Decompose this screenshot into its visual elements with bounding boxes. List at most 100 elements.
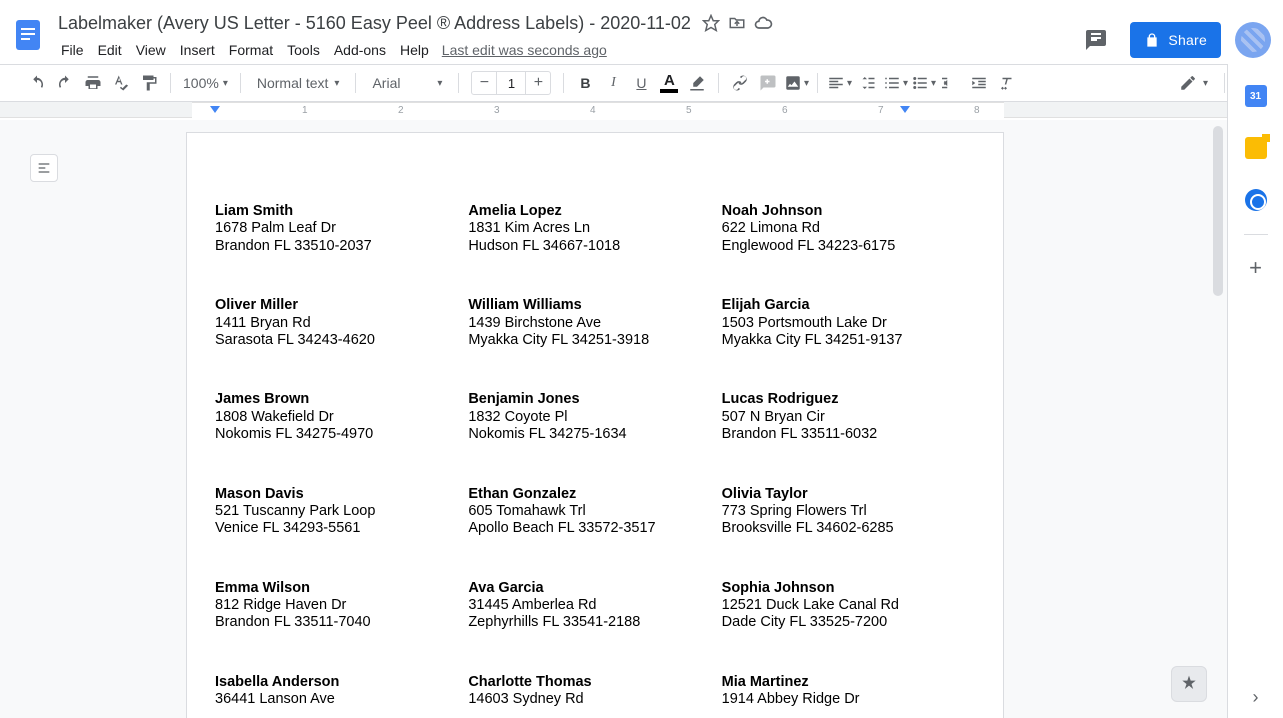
label-line2: Myakka City FL 34251-3918 (468, 332, 721, 349)
address-label[interactable]: Amelia Lopez1831 Kim Acres LnHudson FL 3… (468, 203, 721, 297)
indent-button[interactable] (966, 70, 992, 96)
underline-button[interactable]: U (628, 70, 654, 96)
address-label[interactable]: Noah Johnson622 Limona RdEnglewood FL 34… (722, 203, 975, 297)
calendar-addon-icon[interactable] (1236, 76, 1276, 116)
bulleted-list-button[interactable]: ▾ (910, 70, 936, 96)
page[interactable]: Liam Smith1678 Palm Leaf DrBrandon FL 33… (186, 132, 1004, 718)
vertical-scrollbar[interactable] (1213, 126, 1223, 296)
explore-button[interactable] (1171, 666, 1207, 702)
menu-file[interactable]: File (54, 38, 91, 62)
highlight-color-button[interactable] (684, 70, 710, 96)
address-label[interactable]: Liam Smith1678 Palm Leaf DrBrandon FL 33… (215, 203, 468, 297)
address-label[interactable]: Sophia Johnson12521 Duck Lake Canal RdDa… (722, 580, 975, 674)
insert-comment-button[interactable] (755, 70, 781, 96)
text-color-button[interactable]: A (656, 70, 682, 96)
menu-edit[interactable]: Edit (91, 38, 129, 62)
menu-help[interactable]: Help (393, 38, 436, 62)
font-size-control: − + (471, 71, 551, 95)
address-label[interactable]: Oliver Miller1411 Bryan RdSarasota FL 34… (215, 297, 468, 391)
address-label[interactable]: Mia Martinez1914 Abbey Ridge Dr (722, 674, 975, 718)
paragraph-style-dropdown[interactable]: Normal text ▾ (249, 75, 348, 91)
outdent-button[interactable] (938, 70, 964, 96)
font-family-dropdown[interactable]: Arial ▾ (364, 75, 450, 91)
spellcheck-button[interactable] (108, 70, 134, 96)
menubar: File Edit View Insert Format Tools Add-o… (54, 36, 1076, 64)
clear-formatting-button[interactable] (994, 70, 1020, 96)
menu-tools[interactable]: Tools (280, 38, 327, 62)
left-indent-marker[interactable] (210, 106, 220, 113)
address-label[interactable]: Isabella Anderson36441 Lanson Ave (215, 674, 468, 718)
label-line2: Apollo Beach FL 33572-3517 (468, 520, 721, 537)
label-name: Emma Wilson (215, 580, 468, 597)
label-name: Ava Garcia (468, 580, 721, 597)
align-button[interactable]: ▾ (826, 70, 852, 96)
right-indent-marker[interactable] (900, 106, 910, 113)
account-avatar[interactable] (1235, 22, 1271, 58)
star-icon[interactable] (701, 13, 721, 33)
italic-button[interactable]: I (600, 70, 626, 96)
menu-view[interactable]: View (129, 38, 173, 62)
side-panel-collapse[interactable]: › (1228, 687, 1283, 708)
tasks-addon-icon[interactable] (1236, 180, 1276, 220)
caret-icon: ▾ (437, 78, 442, 89)
address-label[interactable]: William Williams1439 Birchstone AveMyakk… (468, 297, 721, 391)
address-label[interactable]: Lucas Rodriguez507 N Bryan CirBrandon FL… (722, 391, 975, 485)
cloud-status-icon[interactable] (753, 13, 773, 33)
label-name: Olivia Taylor (722, 486, 975, 503)
paint-format-button[interactable] (136, 70, 162, 96)
label-line2: Nokomis FL 34275-4970 (215, 426, 468, 443)
font-size-input[interactable] (496, 72, 526, 94)
address-label[interactable]: Elijah Garcia1503 Portsmouth Lake DrMyak… (722, 297, 975, 391)
editing-mode-dropdown[interactable]: ▾ (1171, 74, 1216, 92)
get-addons-button[interactable]: + (1228, 249, 1283, 281)
keep-addon-icon[interactable] (1236, 128, 1276, 168)
label-name: William Williams (468, 297, 721, 314)
label-name: Mason Davis (215, 486, 468, 503)
label-line2: Myakka City FL 34251-9137 (722, 332, 975, 349)
numbered-list-button[interactable]: ▾ (882, 70, 908, 96)
redo-button[interactable] (52, 70, 78, 96)
ruler-tick: 2 (398, 105, 404, 116)
label-row: Emma Wilson812 Ridge Haven DrBrandon FL … (215, 580, 975, 674)
address-label[interactable]: Benjamin Jones1832 Coyote PlNokomis FL 3… (468, 391, 721, 485)
label-row: James Brown1808 Wakefield DrNokomis FL 3… (215, 391, 975, 485)
font-size-decrease[interactable]: − (472, 74, 496, 92)
horizontal-ruler[interactable]: 12345678 (0, 102, 1283, 118)
open-comments-button[interactable] (1076, 20, 1116, 60)
menu-format[interactable]: Format (222, 38, 280, 62)
menu-addons[interactable]: Add-ons (327, 38, 393, 62)
address-label[interactable]: Emma Wilson812 Ridge Haven DrBrandon FL … (215, 580, 468, 674)
zoom-dropdown[interactable]: 100% ▾ (179, 75, 232, 91)
bold-button[interactable]: B (572, 70, 598, 96)
label-line2: Brandon FL 33511-7040 (215, 614, 468, 631)
label-line1: 605 Tomahawk Trl (468, 503, 721, 520)
undo-button[interactable] (24, 70, 50, 96)
share-label: Share (1168, 32, 1207, 48)
document-outline-toggle[interactable] (30, 154, 58, 182)
label-line2: Dade City FL 33525-7200 (722, 614, 975, 631)
docs-home-icon[interactable] (8, 8, 48, 62)
last-edit-link[interactable]: Last edit was seconds ago (442, 42, 607, 58)
label-line1: 1808 Wakefield Dr (215, 409, 468, 426)
line-spacing-button[interactable] (854, 70, 880, 96)
address-label[interactable]: Ethan Gonzalez605 Tomahawk TrlApollo Bea… (468, 486, 721, 580)
address-label[interactable]: Mason Davis521 Tuscanny Park LoopVenice … (215, 486, 468, 580)
address-label[interactable]: Charlotte Thomas14603 Sydney Rd (468, 674, 721, 718)
print-button[interactable] (80, 70, 106, 96)
font-size-increase[interactable]: + (526, 74, 550, 92)
address-label[interactable]: Olivia Taylor773 Spring Flowers TrlBrook… (722, 486, 975, 580)
label-name: Amelia Lopez (468, 203, 721, 220)
move-icon[interactable] (727, 13, 747, 33)
label-name: Sophia Johnson (722, 580, 975, 597)
ruler-tick: 1 (302, 105, 308, 116)
share-button[interactable]: Share (1130, 22, 1221, 58)
insert-image-button[interactable]: ▾ (783, 70, 809, 96)
insert-link-button[interactable] (727, 70, 753, 96)
label-line2: Hudson FL 34667-1018 (468, 238, 721, 255)
label-name: Isabella Anderson (215, 674, 468, 691)
address-label[interactable]: Ava Garcia31445 Amberlea RdZephyrhills F… (468, 580, 721, 674)
menu-insert[interactable]: Insert (173, 38, 222, 62)
doc-title[interactable]: Labelmaker (Avery US Letter - 5160 Easy … (54, 13, 695, 34)
address-label[interactable]: James Brown1808 Wakefield DrNokomis FL 3… (215, 391, 468, 485)
label-line1: 521 Tuscanny Park Loop (215, 503, 468, 520)
